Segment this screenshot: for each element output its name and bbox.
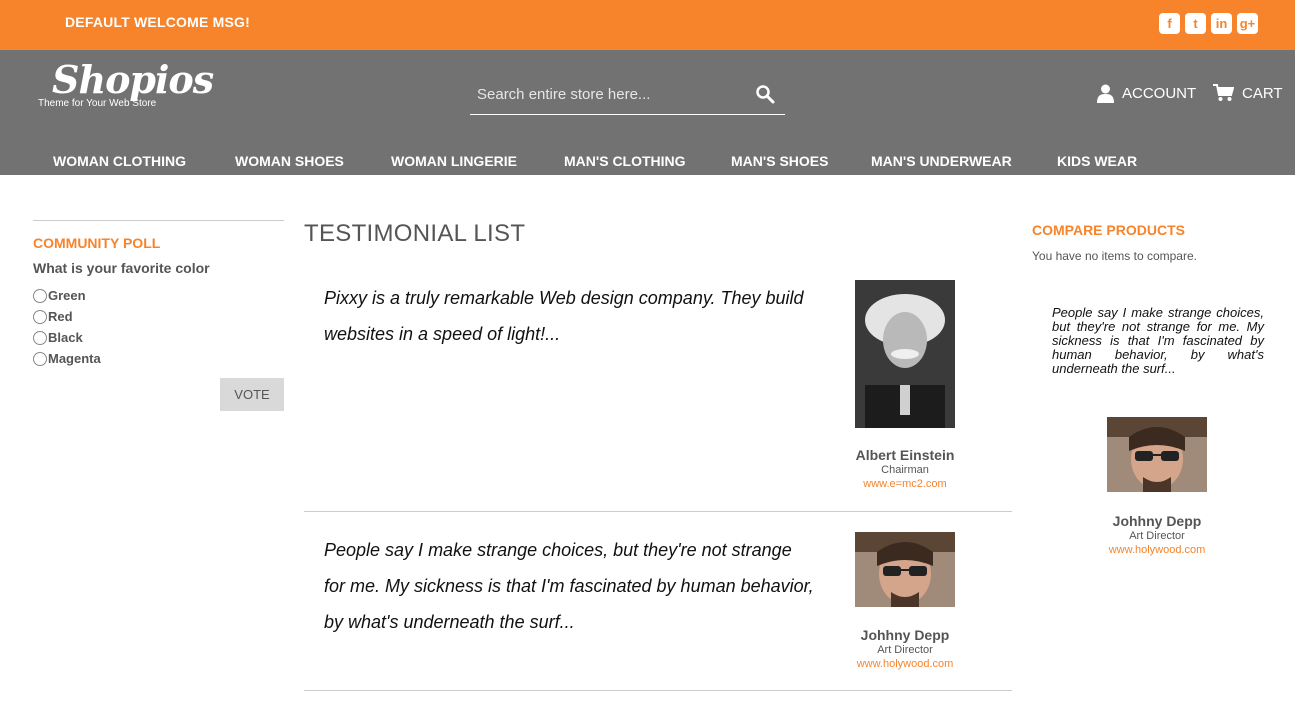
top-bar: DEFAULT WELCOME MSG! f t in g+: [0, 0, 1295, 50]
compare-products-title: COMPARE PRODUCTS: [1032, 222, 1185, 238]
community-poll: COMMUNITY POLL What is your favorite col…: [33, 220, 284, 411]
nav-kids-wear[interactable]: KIDS WEAR: [1057, 153, 1137, 169]
poll-option-magenta[interactable]: Magenta: [33, 351, 101, 366]
testimonial-item: People say I make strange choices, but t…: [304, 512, 1012, 691]
testimonial-author: Albert Einstein Chairman www.e=mc2.com: [825, 447, 985, 490]
author-name: Johhny Depp: [1112, 513, 1202, 529]
search-icon[interactable]: [755, 84, 775, 104]
account-label: ACCOUNT: [1122, 85, 1197, 102]
poll-question: What is your favorite color: [33, 260, 210, 276]
poll-option-label: Black: [48, 330, 83, 345]
social-links: f t in g+: [1159, 13, 1258, 34]
cart-label: CART: [1242, 84, 1283, 102]
poll-title: COMMUNITY POLL: [33, 235, 161, 251]
cart-link[interactable]: CART: [1213, 84, 1283, 102]
poll-option-label: Green: [48, 288, 86, 303]
nav-mans-clothing[interactable]: MAN'S CLOTHING: [564, 153, 686, 169]
nav-woman-shoes[interactable]: WOMAN SHOES: [235, 153, 344, 169]
main-nav: WOMAN CLOTHING WOMAN SHOES WOMAN LINGERI…: [0, 151, 1295, 175]
page-title: TESTIMONIAL LIST: [304, 220, 526, 247]
author-name: Albert Einstein: [855, 447, 955, 463]
nav-mans-underwear[interactable]: MAN'S UNDERWEAR: [871, 153, 1012, 169]
vote-button[interactable]: VOTE: [220, 378, 284, 411]
sidebar-author-photo: [1107, 417, 1207, 492]
search-box: [470, 78, 785, 115]
radio-button[interactable]: [33, 288, 47, 303]
search-input[interactable]: [477, 86, 737, 103]
welcome-message: DEFAULT WELCOME MSG!: [65, 14, 250, 30]
author-link[interactable]: www.e=mc2.com: [825, 478, 985, 490]
sidebar-testimonial-quote: People say I make strange choices, but t…: [1052, 305, 1264, 376]
cart-icon: [1213, 84, 1234, 101]
author-role: Chairman: [881, 464, 929, 476]
compare-empty-text: You have no items to compare.: [1032, 249, 1197, 263]
author-link[interactable]: www.holywood.com: [825, 658, 985, 670]
radio-button[interactable]: [33, 309, 47, 324]
author-role: Art Director: [1129, 530, 1185, 542]
author-photo: [855, 532, 955, 607]
testimonial-quote: People say I make strange choices, but t…: [324, 540, 814, 632]
testimonial-item: Pixxy is a truly remarkable Web design c…: [304, 262, 1012, 512]
nav-woman-clothing[interactable]: WOMAN CLOTHING: [53, 153, 186, 169]
poll-option-black[interactable]: Black: [33, 330, 83, 345]
testimonial-quote: Pixxy is a truly remarkable Web design c…: [324, 288, 804, 344]
testimonial-author: Johhny Depp Art Director www.holywood.co…: [825, 627, 985, 670]
nav-mans-shoes[interactable]: MAN'S SHOES: [731, 153, 828, 169]
radio-button[interactable]: [33, 330, 47, 345]
poll-option-label: Magenta: [48, 351, 101, 366]
linkedin-icon[interactable]: in: [1211, 13, 1232, 34]
author-name: Johhny Depp: [860, 627, 950, 643]
facebook-icon[interactable]: f: [1159, 13, 1180, 34]
logo[interactable]: Shopios Theme for Your Web Store: [38, 57, 214, 110]
sidebar-testimonial-author: Johhny Depp Art Director www.holywood.co…: [1077, 513, 1237, 556]
google-plus-icon[interactable]: g+: [1237, 13, 1258, 34]
account-link[interactable]: ACCOUNT: [1097, 84, 1196, 103]
radio-button[interactable]: [33, 351, 47, 366]
author-link[interactable]: www.holywood.com: [1077, 544, 1237, 556]
author-photo: [855, 280, 955, 428]
twitter-icon[interactable]: t: [1185, 13, 1206, 34]
poll-option-red[interactable]: Red: [33, 309, 73, 324]
user-icon: [1097, 84, 1114, 103]
author-role: Art Director: [877, 644, 933, 656]
header: Shopios Theme for Your Web Store ACCOUNT…: [0, 50, 1295, 175]
poll-option-green[interactable]: Green: [33, 288, 86, 303]
poll-option-label: Red: [48, 309, 73, 324]
nav-woman-lingerie[interactable]: WOMAN LINGERIE: [391, 153, 517, 169]
logo-text: Shopios: [52, 57, 214, 102]
